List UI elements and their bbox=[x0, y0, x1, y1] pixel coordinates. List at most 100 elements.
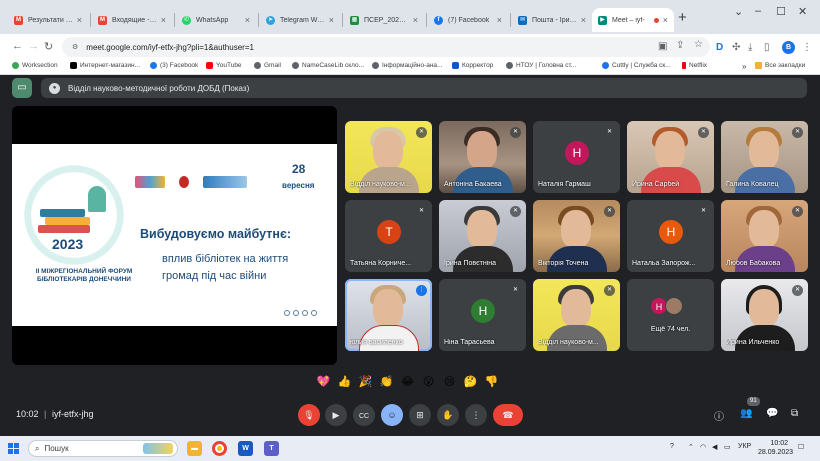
participant-tile[interactable]: ✕ Відділ науково-м... bbox=[345, 121, 432, 193]
extension-icon[interactable]: D bbox=[716, 42, 723, 53]
site-info-icon[interactable]: ⚙ bbox=[72, 43, 78, 51]
taskbar-search[interactable]: ⌕ Пошук bbox=[28, 440, 178, 457]
chevron-up-icon[interactable]: ⌃ bbox=[688, 443, 694, 451]
close-icon[interactable]: × bbox=[497, 15, 502, 25]
bookmark-star-icon[interactable]: ☆ bbox=[694, 39, 703, 50]
close-icon[interactable]: × bbox=[581, 15, 586, 25]
participant-tile[interactable]: ✕ Вікторія Точена bbox=[533, 200, 620, 272]
reactions-button[interactable]: ☺ bbox=[381, 404, 403, 426]
bookmark-item[interactable]: Worksection bbox=[12, 62, 58, 69]
bookmark-item[interactable]: Cuttly | Служба ск... bbox=[602, 62, 671, 69]
chat-icon[interactable]: 💬 bbox=[766, 408, 778, 419]
camera-toggle-button[interactable]: ▶ bbox=[325, 404, 347, 426]
thumbs-down-reaction-button[interactable]: 👎 bbox=[484, 375, 499, 390]
chrome-icon[interactable] bbox=[212, 441, 227, 456]
presentation-icon[interactable]: ▭ bbox=[12, 78, 32, 98]
close-icon[interactable]: × bbox=[245, 15, 250, 25]
bookmark-item[interactable]: Интернет-магазин... bbox=[70, 62, 140, 69]
participant-tile[interactable]: ✕ Галина Ковалец bbox=[721, 121, 808, 193]
participant-tile[interactable]: ✕ Ирина Сарбей bbox=[627, 121, 714, 193]
reload-button[interactable]: ↻ bbox=[44, 40, 53, 53]
participant-tile[interactable]: Н ✕ Натальа Запорож... bbox=[627, 200, 714, 272]
bookmark-item[interactable]: YouTube bbox=[206, 62, 242, 69]
captions-button[interactable]: CC bbox=[353, 404, 375, 426]
tab-sheets[interactable]: ▦ ПСЕР_2024 - Go × bbox=[344, 8, 424, 32]
tab-search-results[interactable]: M Результати пош × bbox=[8, 8, 88, 32]
close-icon[interactable]: × bbox=[329, 15, 334, 25]
tab-facebook[interactable]: f (7) Facebook × bbox=[428, 8, 508, 32]
bookmark-item[interactable]: Gmail bbox=[254, 62, 281, 69]
present-button[interactable]: ⊞ bbox=[409, 404, 431, 426]
file-explorer-icon[interactable]: ▬ bbox=[187, 441, 202, 456]
teams-icon[interactable]: T bbox=[264, 441, 279, 456]
close-icon[interactable]: × bbox=[663, 15, 668, 25]
wifi-icon[interactable]: ◠ bbox=[700, 443, 706, 451]
tab-meet[interactable]: ▶ Meet – iyf- × bbox=[592, 8, 674, 32]
system-clock[interactable]: 10:02 28.09.2023 bbox=[758, 439, 793, 457]
more-options-button[interactable]: ⋮ bbox=[465, 404, 487, 426]
laugh-reaction-button[interactable]: 😂 bbox=[400, 375, 415, 390]
bookmark-item[interactable]: НТОУ | Головна ст... bbox=[506, 62, 576, 69]
shared-screen[interactable]: 2023 II МІЖРЕГІОНАЛЬНИЙ ФОРУМ БІБЛІОТЕКА… bbox=[12, 106, 337, 365]
thinking-reaction-button[interactable]: 🤔 bbox=[463, 375, 478, 390]
bookmark-item[interactable]: (3) Facebook bbox=[150, 62, 198, 69]
info-icon[interactable]: ⓘ bbox=[714, 408, 724, 423]
close-icon[interactable]: × bbox=[413, 15, 418, 25]
camera-icon[interactable]: ▣ bbox=[658, 41, 667, 52]
share-icon[interactable]: ⇪ bbox=[676, 40, 684, 51]
heart-reaction-button[interactable]: 💖 bbox=[316, 375, 331, 390]
volume-icon[interactable]: ◀ bbox=[712, 443, 717, 451]
participant-tile[interactable]: ✕ Ірина Повєтніна bbox=[439, 200, 526, 272]
people-icon[interactable]: 👥 bbox=[740, 408, 752, 419]
activities-icon[interactable]: ⧉ bbox=[791, 408, 798, 419]
bookmark-item[interactable]: Інформаційно-ана... bbox=[372, 62, 442, 69]
menu-icon[interactable]: ⋮ bbox=[802, 42, 812, 53]
minimize-button[interactable]: – bbox=[755, 5, 761, 17]
all-bookmarks-folder[interactable]: Все закладки bbox=[755, 62, 805, 69]
close-icon[interactable]: × bbox=[77, 15, 82, 25]
tab-mail[interactable]: ✉ Пошта - Ірина × bbox=[512, 8, 592, 32]
surprised-reaction-button[interactable]: 😮 bbox=[421, 375, 436, 390]
word-icon[interactable]: W bbox=[238, 441, 253, 456]
windows-start-icon[interactable] bbox=[8, 443, 19, 454]
participant-tile[interactable]: ✕ Відділ науково-м... bbox=[533, 279, 620, 351]
tab-whatsapp[interactable]: ✆ WhatsApp × bbox=[176, 8, 256, 32]
more-participants-tile[interactable]: Н Ещё 74 чел. bbox=[627, 279, 714, 351]
mic-toggle-button[interactable]: 🎙 bbox=[298, 404, 320, 426]
notifications-icon[interactable]: ☐ bbox=[798, 443, 804, 451]
tab-telegram[interactable]: ➤ Telegram Web × bbox=[260, 8, 340, 32]
participant-tile[interactable]: ✕ Ирина Ильченко bbox=[721, 279, 808, 351]
new-tab-button[interactable]: + bbox=[678, 9, 687, 26]
side-panel-icon[interactable]: ▯ bbox=[764, 42, 770, 53]
puzzle-icon[interactable]: ✣ bbox=[732, 42, 740, 53]
sad-reaction-button[interactable]: 😢 bbox=[442, 375, 457, 390]
party-reaction-button[interactable]: 🎉 bbox=[358, 375, 373, 390]
forward-button[interactable]: → bbox=[28, 40, 39, 52]
thumbs-up-reaction-button[interactable]: 👍 bbox=[337, 375, 352, 390]
bookmark-item[interactable]: Корректор bbox=[452, 62, 493, 69]
participant-tile[interactable]: Н ✕ Ніна Тарасьева bbox=[439, 279, 526, 351]
clap-reaction-button[interactable]: 👏 bbox=[379, 375, 394, 390]
close-window-button[interactable]: ✕ bbox=[798, 5, 807, 18]
back-button[interactable]: ← bbox=[12, 40, 23, 52]
chevron-down-icon[interactable]: ⌄ bbox=[734, 5, 743, 18]
raise-hand-button[interactable]: ✋ bbox=[437, 404, 459, 426]
more-bookmarks-chevron-icon[interactable]: » bbox=[742, 62, 746, 71]
address-bar[interactable]: ⚙ meet.google.com/iyf-etfx-jhg?pli=1&aut… bbox=[62, 37, 710, 57]
participant-tile[interactable]: Н ✕ Наталія Гармаш bbox=[533, 121, 620, 193]
keyboard-language[interactable]: УКР bbox=[738, 443, 751, 450]
bookmark-item[interactable]: Netflix bbox=[682, 62, 707, 69]
tab-inbox[interactable]: M Входящие - 18 × bbox=[92, 8, 172, 32]
avatar[interactable]: B bbox=[782, 41, 795, 54]
participant-tile[interactable]: ✕ Антоніна Бакаева bbox=[439, 121, 526, 193]
participant-tile[interactable]: ✕ Любов Бабакова bbox=[721, 200, 808, 272]
help-icon[interactable]: ? bbox=[670, 443, 674, 450]
bookmark-item[interactable]: NameCaseLib скло... bbox=[292, 62, 364, 69]
download-icon[interactable]: ⤓ bbox=[748, 42, 752, 53]
leave-call-button[interactable]: ☎ bbox=[493, 404, 523, 426]
battery-icon[interactable]: ▭ bbox=[724, 443, 731, 451]
participant-tile-active-speaker[interactable]: ⋮ юлия василенко bbox=[345, 279, 432, 351]
maximize-button[interactable]: ☐ bbox=[776, 5, 786, 18]
participant-tile[interactable]: Т ✕ Татьяна Корниче... bbox=[345, 200, 432, 272]
close-icon[interactable]: × bbox=[161, 15, 166, 25]
